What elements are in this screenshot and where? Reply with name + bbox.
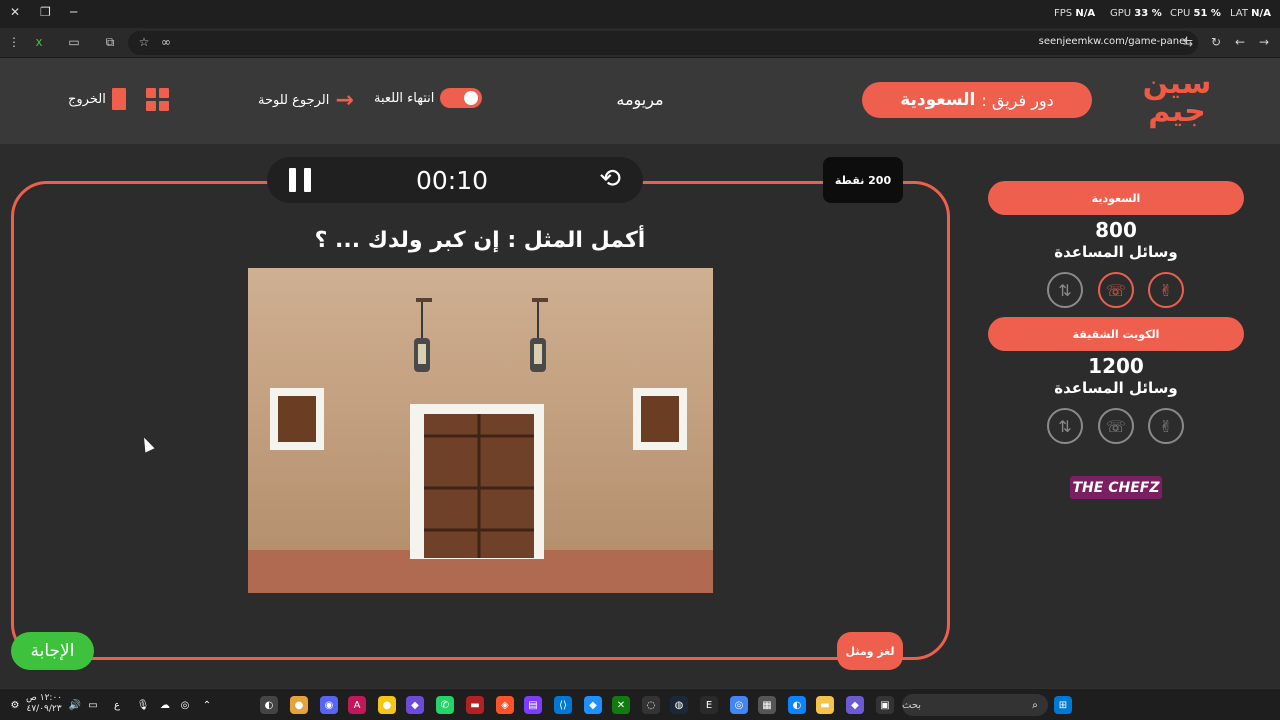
- steam-icon[interactable]: ◍: [670, 696, 688, 714]
- app-icon[interactable]: ▬: [466, 696, 484, 714]
- team-name-pill: السعودية: [988, 181, 1244, 215]
- search-icon[interactable]: ⌕: [1026, 696, 1044, 714]
- helpers-label: وسائل المساعدة: [1054, 379, 1178, 397]
- board-grid-button[interactable]: [146, 88, 169, 111]
- perf-gpu: GPU 33 %: [1110, 8, 1162, 19]
- chevron-up-icon[interactable]: ⌃: [198, 696, 216, 714]
- brave-icon[interactable]: ◈: [496, 696, 514, 714]
- exit-button[interactable]: الخروج: [68, 88, 126, 110]
- xbox-icon[interactable]: ✕: [612, 696, 630, 714]
- app-icon[interactable]: ▣: [876, 696, 894, 714]
- pause-icon[interactable]: [289, 168, 311, 192]
- app-icon[interactable]: ●: [378, 696, 396, 714]
- phone-icon[interactable]: ☏: [1098, 408, 1134, 444]
- app-icon[interactable]: ◌: [642, 696, 660, 714]
- close-window-icon[interactable]: ✕: [10, 5, 20, 19]
- grid-icon: [146, 88, 169, 111]
- game-header: سين جيم دور فريق : السعودية مريومه انتها…: [0, 58, 1280, 144]
- toggle-icon: [440, 88, 483, 108]
- turn-indicator: دور فريق : السعودية: [862, 82, 1092, 118]
- turn-team: السعودية: [900, 90, 976, 110]
- back-to-board-label: الرجوع للوحة: [258, 93, 330, 108]
- question-text: أكمل المثل : إن كبر ولدك ... ؟: [314, 228, 646, 253]
- browser-toolbar: ⋮ x ▭ ⧉ ☆ ∞ seenjeemkw.com/game-panel ⇆ …: [0, 28, 1280, 58]
- whatsapp-icon[interactable]: ✆: [436, 696, 454, 714]
- menu-dots-icon[interactable]: ⋮: [6, 35, 22, 49]
- category-badge: لغز ومثل: [837, 632, 903, 670]
- browser-titlebar: ✕ ❐ ─ FPS N/A GPU 33 % CPU 51 % LAT N/A: [0, 0, 1280, 28]
- forward-icon[interactable]: →: [1256, 35, 1272, 49]
- epic-icon[interactable]: E: [700, 696, 718, 714]
- cloud-icon[interactable]: ☁: [156, 696, 174, 714]
- logo: سين جيم: [1142, 66, 1212, 129]
- app-icon[interactable]: A: [348, 696, 366, 714]
- windows-start-icon[interactable]: ⊞: [1054, 696, 1072, 714]
- swap-icon[interactable]: ⇅: [1047, 272, 1083, 308]
- url-text[interactable]: seenjeemkw.com/game-panel: [1039, 36, 1188, 47]
- minimize-window-icon[interactable]: ─: [70, 5, 77, 19]
- reader-icon[interactable]: ▭: [66, 35, 82, 49]
- swap-icon[interactable]: ⇅: [1047, 408, 1083, 444]
- network-icon[interactable]: ▭: [84, 696, 102, 714]
- puzzle-icon[interactable]: ⧉: [102, 35, 118, 50]
- perf-fps: FPS N/A: [1054, 8, 1096, 19]
- helpers-label: وسائل المساعدة: [1054, 243, 1178, 261]
- app-icon[interactable]: ◐: [260, 696, 278, 714]
- back-to-board-button[interactable]: → الرجوع للوحة: [258, 88, 354, 113]
- game-name: مريومه: [616, 90, 664, 109]
- incognito-icon[interactable]: ∞: [158, 35, 174, 49]
- gamepad-icon[interactable]: ◆: [406, 696, 424, 714]
- perf-cpu: CPU 51 %: [1170, 8, 1221, 19]
- exit-door-icon: [111, 88, 126, 110]
- back-icon[interactable]: ←: [1232, 35, 1248, 49]
- copilot-icon[interactable]: ◆: [846, 696, 864, 714]
- extension-icon[interactable]: x: [31, 35, 47, 49]
- reset-timer-icon[interactable]: ⟲: [599, 166, 621, 192]
- two-fingers-icon[interactable]: ✌: [1148, 408, 1184, 444]
- team-name-pill: الكويت الشقيقة: [988, 317, 1244, 351]
- end-game-label: انتهاء اللعبة: [374, 90, 435, 106]
- system-clock[interactable]: ١٢:٠٠ ص ٤٧/٠٩/٢٣: [26, 693, 62, 715]
- edge-icon[interactable]: ◐: [788, 696, 806, 714]
- app-icon[interactable]: ◆: [584, 696, 602, 714]
- volume-icon[interactable]: 🔊: [66, 696, 84, 714]
- restore-window-icon[interactable]: ❐: [40, 5, 51, 19]
- timer-bar: 00:10 ⟲: [267, 157, 643, 203]
- team-score: 1200: [1088, 354, 1144, 378]
- chrome-icon[interactable]: ◎: [730, 696, 748, 714]
- site-settings-icon[interactable]: ⇆: [1180, 35, 1196, 49]
- app-icon[interactable]: ●: [290, 696, 308, 714]
- star-icon[interactable]: ☆: [136, 35, 152, 49]
- phone-icon[interactable]: ☏: [1098, 272, 1134, 308]
- reload-icon[interactable]: ↻: [1208, 35, 1224, 49]
- store-icon[interactable]: ▦: [758, 696, 776, 714]
- end-game-button[interactable]: انتهاء اللعبة: [374, 88, 483, 108]
- answer-button[interactable]: الإجابة: [11, 632, 94, 670]
- perf-lat: LAT N/A: [1230, 8, 1271, 19]
- settings-gear-icon[interactable]: ⚙: [6, 696, 24, 714]
- two-fingers-icon[interactable]: ✌: [1148, 272, 1184, 308]
- language-indicator[interactable]: ع: [108, 696, 126, 714]
- mic-icon[interactable]: 🎙: [134, 696, 152, 714]
- turn-prefix: دور فريق :: [981, 90, 1054, 110]
- question-image: [248, 268, 713, 593]
- team-score: 800: [1095, 218, 1137, 242]
- arrow-right-icon: →: [335, 88, 354, 113]
- discord-icon[interactable]: ◉: [320, 696, 338, 714]
- app-icon[interactable]: ▤: [524, 696, 542, 714]
- sync-icon[interactable]: ◎: [176, 696, 194, 714]
- timer-display: 00:10: [415, 166, 489, 195]
- vscode-icon[interactable]: ⟨⟩: [554, 696, 572, 714]
- points-badge: 200 نقطة: [823, 157, 903, 203]
- exit-label: الخروج: [68, 91, 106, 107]
- folder-icon[interactable]: ▬: [816, 696, 834, 714]
- taskbar: ⚙ ١٢:٠٠ ص ٤٧/٠٩/٢٣ 🔊 ▭ ع 🎙 ☁ ◎ ⌃ ◐ ● ◉ A…: [0, 688, 1280, 720]
- sponsor-logo: THE CHEFZ: [1070, 476, 1162, 499]
- address-bar[interactable]: [128, 31, 1198, 55]
